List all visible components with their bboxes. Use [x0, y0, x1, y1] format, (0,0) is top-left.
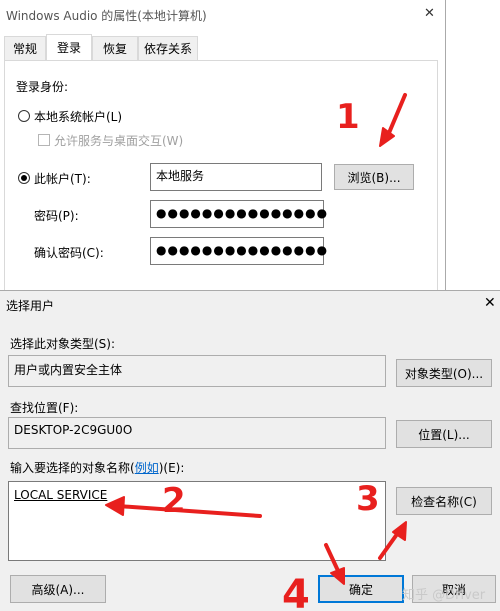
annotation-number-2: 2 — [162, 481, 186, 521]
watermark: 知乎 @Driver — [402, 588, 486, 603]
annotation-number-3: 3 — [356, 479, 380, 519]
annotation-number-1: 1 — [336, 97, 360, 137]
annotation-number-4: 4 — [282, 572, 310, 610]
annotation-arrow-2 — [116, 504, 262, 518]
annotation-overlay: 1 2 3 4 — [105, 93, 407, 610]
annotation-arrowhead-2 — [105, 496, 125, 516]
annotation-arrowhead-4 — [330, 567, 345, 585]
